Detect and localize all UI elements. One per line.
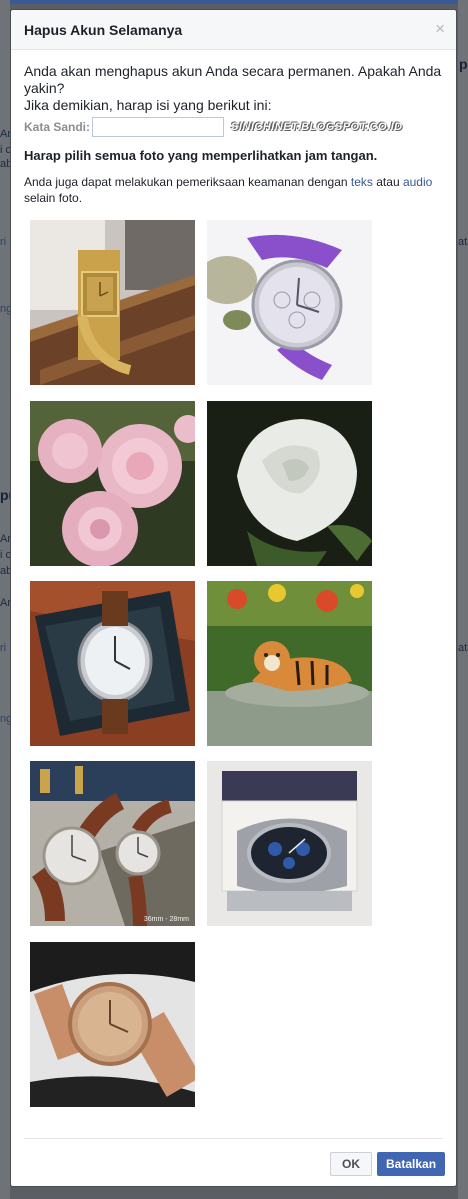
captcha-instruction: Harap pilih semua foto yang memperlihatk… — [24, 148, 378, 163]
intro-instruction: Jika demikian, harap isi yang berikut in… — [24, 97, 272, 113]
alt-suffix: selain foto. — [24, 191, 83, 205]
background-fragment: ri — [0, 642, 7, 654]
cancel-button[interactable]: Batalkan — [377, 1152, 445, 1176]
footer-divider — [24, 1138, 443, 1139]
chronograph-watch-photo[interactable] — [207, 761, 372, 926]
tiger-image — [207, 581, 372, 746]
password-label: Kata Sandi: — [24, 120, 91, 134]
gold-square-watch-image — [30, 220, 195, 385]
close-icon[interactable]: × — [435, 20, 445, 38]
white-rose-image — [207, 401, 372, 566]
tiger-photo[interactable] — [207, 581, 372, 746]
background-fragment: ri — [0, 236, 7, 248]
intro-question: Anda akan menghapus akun Anda secara per… — [24, 63, 442, 96]
couple-watches-image — [30, 761, 195, 926]
rose-gold-watch-image — [30, 942, 195, 1107]
pink-roses-photo[interactable] — [30, 401, 195, 566]
watermark-text: SINICHINET.BLOGSPOT.CO.ID — [231, 121, 403, 133]
watch-in-box-photo[interactable] — [30, 581, 195, 746]
dialog-header: Hapus Akun Selamanya × — [11, 10, 456, 50]
watch-size-caption: 36mm - 28mm — [143, 916, 189, 923]
intro-text: Anda akan menghapus akun Anda secara per… — [24, 63, 444, 114]
background-fragment: ata — [458, 236, 468, 248]
background-fragment: ata — [458, 642, 468, 654]
alt-middle: atau — [372, 175, 403, 189]
ok-button[interactable]: OK — [330, 1152, 372, 1176]
text-check-link[interactable]: teks — [351, 175, 373, 189]
background-strip — [458, 0, 468, 1199]
purple-strap-watch-image — [207, 220, 372, 385]
delete-account-dialog: Hapus Akun Selamanya × Anda akan menghap… — [10, 9, 457, 1187]
background-fragment: pu — [459, 56, 468, 72]
purple-strap-watch-photo[interactable] — [207, 220, 372, 385]
white-rose-photo[interactable] — [207, 401, 372, 566]
rose-gold-watch-photo[interactable] — [30, 942, 195, 1107]
pink-roses-image — [30, 401, 195, 566]
password-field[interactable] — [92, 117, 225, 137]
dialog-title: Hapus Akun Selamanya — [24, 22, 183, 38]
alternative-check-text: Anda juga dapat melakukan pemeriksaan ke… — [24, 174, 434, 206]
password-row: Kata Sandi: — [24, 117, 225, 137]
watch-in-box-image — [30, 581, 195, 746]
chronograph-watch-image — [207, 761, 372, 926]
audio-check-link[interactable]: audio — [403, 175, 432, 189]
couple-watches-photo[interactable]: 36mm - 28mm — [30, 761, 195, 926]
alt-prefix: Anda juga dapat melakukan pemeriksaan ke… — [24, 175, 351, 189]
background-top-bar — [0, 0, 468, 4]
gold-square-watch-photo[interactable] — [30, 220, 195, 385]
